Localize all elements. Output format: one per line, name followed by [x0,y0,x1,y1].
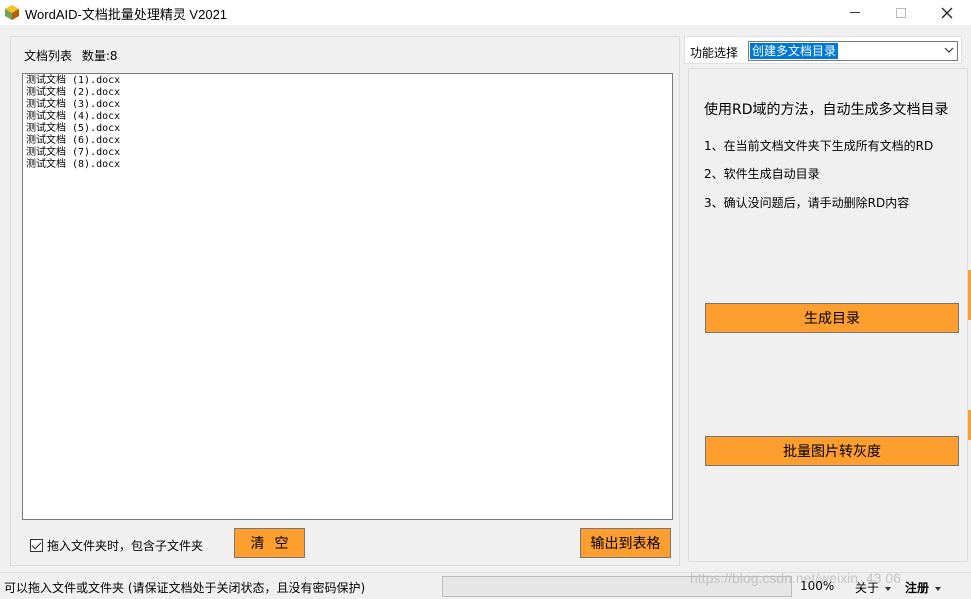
app-icon [5,5,19,20]
function-step-1: 1、在当前文档文件夹下生成所有文档的RD [704,139,934,153]
list-item[interactable]: 测试文档 (6).docx [26,135,669,147]
clear-button[interactable]: 清空 [234,528,305,558]
file-list-title: 文档列表 [24,49,73,63]
window-title: WordAID-文档批量处理精灵 V2021 [25,7,228,22]
list-item[interactable]: 测试文档 (8).docx [26,159,669,171]
function-selector-bar: 功能选择 创建多文档目录 [684,36,962,64]
status-text: 可以拖入文件或文件夹 (请保证文档处于关闭状态，且没有密码保护) [4,581,366,595]
include-subfolders-label: 拖入文件夹时，包含子文件夹 [47,539,204,553]
register-menu-label: 注册 [905,581,930,595]
list-item[interactable]: 测试文档 (7).docx [26,147,669,159]
function-select-label: 功能选择 [690,46,739,60]
batch-grayscale-button[interactable]: 批量图片转灰度 [705,436,959,466]
generate-toc-button[interactable]: 生成目录 [705,303,959,333]
file-list-header: 文档列表 数量:8 [24,47,124,64]
function-select[interactable]: 创建多文档目录 [748,41,958,61]
watermark: https://blog.csdn.net/weixin_43 06 [690,570,901,586]
file-count-label: 数量: [81,49,110,63]
list-item[interactable]: 测试文档 (5).docx [26,123,669,135]
file-list[interactable]: 测试文档 (1).docx 测试文档 (2).docx 测试文档 (3).docx 测… [22,73,673,520]
close-button[interactable] [924,0,970,25]
include-subfolders-checkbox[interactable] [30,539,43,552]
title-bar: WordAID-文档批量处理精灵 V2021 [0,0,971,25]
export-to-table-button[interactable]: 输出到表格 [580,528,671,558]
caret-down-icon [935,586,942,591]
file-count-value: 8 [109,49,118,63]
caret-down-icon [885,586,892,591]
list-item[interactable]: 测试文档 (1).docx [26,75,669,87]
function-step-3: 3、确认没问题后，请手动删除RD内容 [704,196,910,210]
list-item[interactable]: 测试文档 (2).docx [26,87,669,99]
chevron-down-icon [944,47,954,53]
close-icon [941,7,953,18]
minimize-icon [850,12,860,13]
function-select-value: 创建多文档目录 [750,43,839,59]
function-description-title: 使用RD域的方法，自动生成多文档目录 [704,102,949,118]
maximize-button[interactable] [878,0,924,25]
list-item[interactable]: 测试文档 (4).docx [26,111,669,123]
list-item[interactable]: 测试文档 (3).docx [26,99,669,111]
file-list-panel: 文档列表 数量:8 测试文档 (1).docx 测试文档 (2).docx 测试文档… [10,36,680,566]
function-step-2: 2、软件生成自动目录 [704,167,820,181]
function-panel: 使用RD域的方法，自动生成多文档目录 1、在当前文档文件夹下生成所有文档的RD … [688,68,968,562]
maximize-icon [896,7,906,18]
register-menu[interactable]: 注册 [905,579,942,596]
include-subfolders-option[interactable]: 拖入文件夹时，包含子文件夹 [30,537,203,554]
minimize-button[interactable] [832,0,878,25]
